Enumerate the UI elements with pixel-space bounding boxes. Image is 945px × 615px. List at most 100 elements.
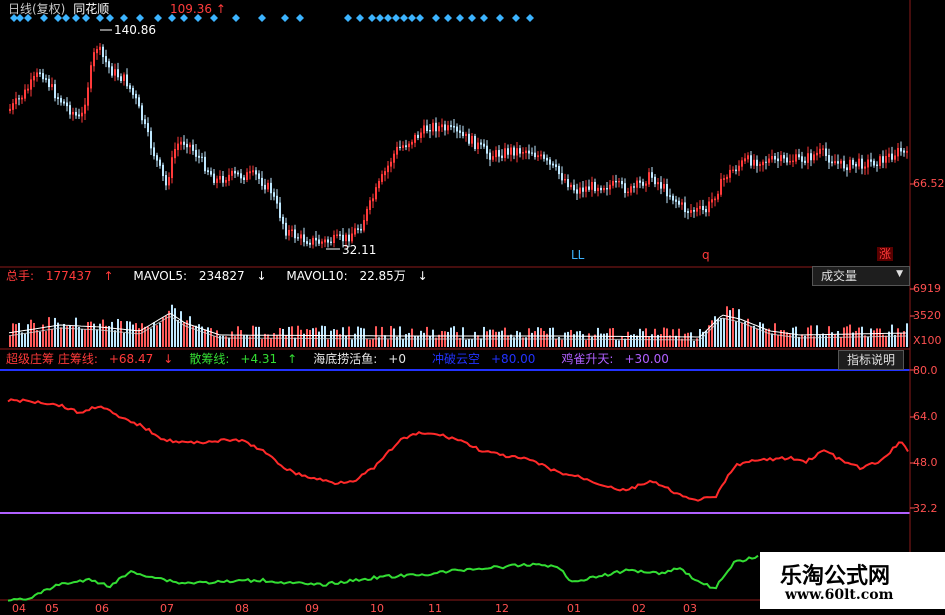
signal-diamond	[400, 14, 408, 22]
volume-bar	[645, 328, 647, 347]
candle-body	[39, 72, 41, 75]
candle-body	[84, 104, 86, 114]
volume-bar	[726, 306, 728, 347]
volume-bar	[345, 335, 347, 347]
candle-body	[315, 237, 317, 241]
candle-body	[783, 155, 785, 159]
signal-diamond	[526, 14, 534, 22]
candle-body	[246, 172, 248, 181]
candle-body	[561, 173, 563, 181]
volume-bar	[189, 316, 191, 347]
candle-body	[849, 159, 851, 171]
volume-bar	[81, 328, 83, 347]
volume-bar	[723, 318, 725, 347]
volume-bar	[570, 329, 572, 347]
stock-name: 同花顺	[73, 2, 110, 16]
candle-body	[417, 134, 419, 138]
volume-bar	[348, 326, 350, 347]
candle-body	[186, 143, 188, 148]
candle-body	[828, 155, 830, 163]
candle-body	[864, 166, 866, 169]
candle-body	[678, 200, 680, 205]
volume-bar	[297, 325, 299, 347]
candle-body	[468, 133, 470, 144]
candle-body	[768, 158, 770, 163]
candle-body	[420, 132, 422, 138]
candle-body	[684, 202, 686, 213]
candle-body	[708, 201, 710, 213]
volume-bar	[798, 336, 800, 347]
volume-bar	[39, 331, 41, 347]
volume-bar	[312, 328, 314, 347]
candle-body	[273, 192, 275, 197]
signal-diamond	[376, 14, 384, 22]
chart-title: 日线(复权) 同花顺	[8, 3, 109, 15]
candle-body	[633, 186, 635, 188]
candle-body	[720, 178, 722, 195]
candle-body	[81, 112, 83, 117]
candle-body	[138, 97, 140, 107]
volume-bar	[429, 335, 431, 347]
candle-body	[387, 165, 389, 173]
volume-bar	[768, 328, 770, 347]
candle-body	[564, 179, 566, 181]
candle-body	[600, 187, 602, 191]
volume-bar	[735, 321, 737, 347]
volume-bar	[57, 322, 59, 347]
volume-bar	[333, 329, 335, 347]
candle-body	[285, 222, 287, 236]
candle-body	[741, 160, 743, 167]
volume-bar	[609, 328, 611, 347]
candle-body	[672, 195, 674, 201]
chart-canvas[interactable]	[0, 0, 945, 609]
volume-bar	[75, 317, 77, 347]
candle-body	[21, 97, 23, 100]
dropdown-arrow-icon: ▼	[896, 269, 903, 279]
volume-bar	[87, 322, 89, 347]
volume-bar	[366, 338, 368, 347]
candle-body	[471, 135, 473, 144]
candle-body	[582, 187, 584, 192]
volume-bar	[834, 334, 836, 347]
candle-body	[102, 46, 104, 58]
candle-body	[381, 174, 383, 182]
candle-body	[60, 98, 62, 103]
candle-body	[837, 161, 839, 164]
indicator-selector[interactable]: 成交量 ▼	[812, 266, 910, 286]
volume-bar	[162, 317, 164, 347]
signal-diamond	[368, 14, 376, 22]
candle-body	[630, 186, 632, 193]
candle-body	[549, 159, 551, 165]
signal-diamond	[392, 14, 400, 22]
candle-body	[213, 173, 215, 183]
candle-body	[765, 161, 767, 163]
candle-body	[846, 167, 848, 171]
volume-bar	[174, 308, 176, 347]
candle-body	[504, 148, 506, 158]
candle-body	[372, 198, 374, 202]
candle-body	[261, 177, 263, 186]
candle-body	[33, 75, 35, 81]
candle-body	[867, 159, 869, 168]
volume-bar	[693, 340, 695, 347]
candle-body	[825, 148, 827, 157]
candle-body	[810, 153, 812, 161]
volume-bar	[612, 328, 614, 347]
volume-bar	[201, 326, 203, 347]
candle-body	[651, 172, 653, 178]
candle-body	[15, 98, 17, 105]
volume-bar	[507, 335, 509, 347]
volume-bar	[600, 333, 602, 347]
candle-body	[492, 156, 494, 160]
candle-body	[843, 160, 845, 169]
volume-bars	[9, 304, 908, 347]
candle-body	[666, 183, 668, 197]
candle-body	[357, 228, 359, 230]
volume-bar	[771, 333, 773, 347]
volume-bar	[828, 326, 830, 347]
volume-bar	[489, 329, 491, 347]
rise-badge: 涨	[877, 247, 894, 261]
candle-body	[705, 209, 707, 213]
indicator-explain-button[interactable]: 指标说明	[838, 350, 905, 370]
candle-body	[195, 149, 197, 157]
